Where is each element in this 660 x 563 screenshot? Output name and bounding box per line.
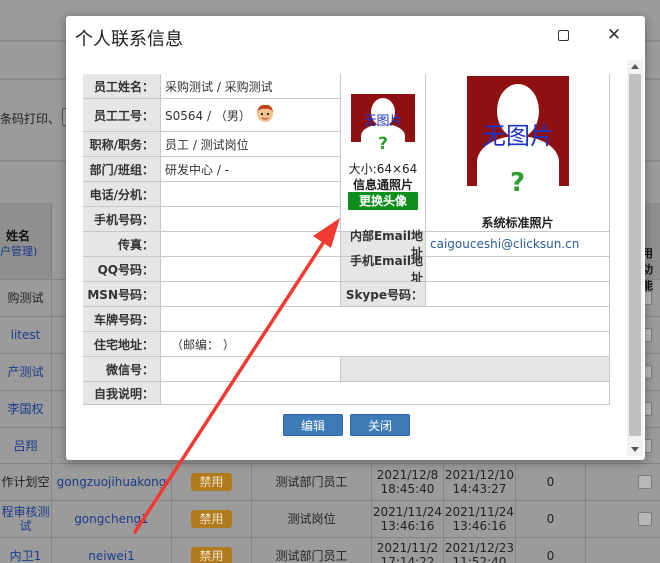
bg-disabled-badge: 禁用 — [191, 547, 232, 563]
msn-label: MSN号码： — [83, 282, 161, 307]
bg-table-row: 程审核测 试 gongcheng1 禁用 测试岗位 2021/11/24 13:… — [0, 500, 660, 538]
dialog-title: 个人联系信息 — [75, 29, 183, 50]
bg-row-date1: 2021/12/8 18:45:40 — [372, 464, 444, 500]
contact-info-dialog: 个人联系信息 ✕ 员工姓名： 采购测试 / 采购测试 员工工号： S0564 /… — [66, 16, 645, 460]
bg-row-name: 购测试 — [0, 280, 52, 316]
about-label: 自我说明： — [83, 382, 161, 405]
bg-table-row: 作计划空 gongzuojihuakong 禁用 测试部门员工 2021/12/… — [0, 463, 660, 501]
wechat-value — [161, 357, 341, 382]
plate-value — [161, 307, 610, 332]
bg-disabled-badge: 禁用 — [191, 473, 232, 491]
big-photo-caption: 系统标准照片 — [481, 216, 554, 230]
employee-id-cell: S0564 / （男） — [161, 99, 341, 132]
bg-row-name: 李国权 — [0, 391, 52, 427]
close-button[interactable]: 关闭 — [350, 414, 410, 436]
bg-row-name: 内卫1 — [0, 538, 52, 563]
bg-row-account: gongcheng1 — [52, 501, 172, 537]
small-photo-text: 无图片 — [363, 114, 403, 129]
mobile-email-value — [426, 257, 610, 282]
bg-row-checkbox — [638, 475, 652, 489]
bg-row-date1: 2021/11/24 13:46:16 — [372, 501, 444, 537]
plate-label: 车牌号码： — [83, 307, 161, 332]
bg-row-date1: 2021/11/2 17:14:22 — [372, 538, 444, 563]
name-label: 员工姓名： — [83, 74, 161, 99]
change-avatar-button[interactable]: 更换头像 — [348, 192, 418, 210]
bg-row-status: 禁用 — [172, 464, 252, 500]
bg-row-account: neiwei1 — [52, 538, 172, 563]
big-photo-text: 无图片 — [482, 122, 554, 150]
phone-value — [161, 182, 341, 207]
bg-col-header-name-sub: 户管理) — [0, 245, 38, 258]
bg-row-count: 0 — [516, 501, 586, 537]
bg-row-name: 程审核测 试 — [0, 501, 52, 537]
bg-row-name: 产测试 — [0, 354, 52, 390]
bg-row-role: 测试部门员工 — [252, 464, 372, 500]
bg-col-header-name-label: 姓名 — [6, 229, 31, 243]
phone-label: 电话/分机： — [83, 182, 161, 207]
bg-disabled-badge: 禁用 — [191, 510, 232, 528]
employee-id-label: 员工工号： — [83, 99, 161, 132]
qq-label: QQ号码： — [83, 257, 161, 282]
wechat-label: 微信号： — [83, 357, 161, 382]
small-question-icon: ? — [378, 134, 388, 154]
bg-row-name: 作计划空 — [0, 464, 52, 500]
address-value: （邮编： ） — [161, 332, 610, 357]
dialog-body: 员工姓名： 采购测试 / 采购测试 员工工号： S0564 / （男） 职称/职… — [66, 60, 645, 460]
small-photo-size: 大小:64×64 — [348, 162, 418, 176]
close-icon[interactable]: ✕ — [606, 24, 622, 46]
small-photo-cell: 无图片 ? 大小:64×64 信息通照片 更换头像 — [341, 74, 426, 232]
bg-row-name: 吕翔 — [0, 428, 52, 464]
wechat-filler — [341, 357, 610, 382]
position-value: 员工 / 测试岗位 — [161, 132, 341, 157]
edit-button[interactable]: 编辑 — [283, 414, 343, 436]
bg-row-role: 测试岗位 — [252, 501, 372, 537]
mobile-value — [161, 207, 341, 232]
bg-row-status: 禁用 — [172, 501, 252, 537]
bg-row-role: 测试部门员工 — [252, 538, 372, 563]
department-label: 部门/班组： — [83, 157, 161, 182]
mobile-email-label: 手机Email地址 — [341, 254, 426, 285]
bg-row-status: 禁用 — [172, 538, 252, 563]
address-label: 住宅地址： — [83, 332, 161, 357]
info-table: 员工姓名： 采购测试 / 采购测试 员工工号： S0564 / （男） 职称/职… — [83, 74, 610, 405]
fax-label: 传真： — [83, 232, 161, 257]
position-label: 职称/职务： — [83, 132, 161, 157]
skype-label: Skype号码： — [341, 282, 426, 307]
msn-value — [161, 282, 341, 307]
big-question-icon: ? — [509, 168, 526, 198]
bg-row-name: litest — [0, 317, 52, 353]
skype-value — [426, 282, 610, 307]
big-photo-cell: 无图片 ? 系统标准照片 — [426, 74, 610, 232]
employee-id-value: S0564 / （男） — [165, 108, 251, 123]
bg-row-count: 0 — [516, 464, 586, 500]
avatar-icon — [256, 104, 273, 122]
bg-row-count: 0 — [516, 538, 586, 563]
bg-table-row: 内卫1 neiwei1 禁用 测试部门员工 2021/11/2 17:14:22… — [0, 537, 660, 563]
fax-value — [161, 232, 341, 257]
maximize-icon[interactable] — [558, 30, 569, 41]
name-value: 采购测试 / 采购测试 — [161, 74, 341, 99]
bg-toolbar-text: 条码打印、 — [0, 112, 61, 126]
bg-row-date2: 2021/12/23 11:52:40 — [444, 538, 516, 563]
qq-value — [161, 257, 341, 282]
small-photo-caption: 信息通照片 — [352, 178, 413, 192]
bg-row-checkbox — [638, 512, 652, 526]
bg-row-date2: 2021/12/10 14:43:27 — [444, 464, 516, 500]
department-value: 研发中心 / - — [161, 157, 341, 182]
inner-email-value: caigouceshi@clicksun.cn — [426, 232, 610, 257]
mobile-label: 手机号码： — [83, 207, 161, 232]
bg-row-account: gongzuojihuakong — [52, 464, 172, 500]
bg-col-header-name: 姓名 户管理) — [0, 203, 52, 279]
bg-row-date2: 2021/11/24 13:46:16 — [444, 501, 516, 537]
about-value — [161, 382, 610, 405]
